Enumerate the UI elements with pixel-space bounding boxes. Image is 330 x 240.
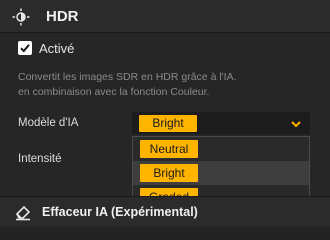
eraser-section-header[interactable]: Effaceur IA (Expérimental) (0, 196, 330, 227)
option-bright[interactable]: Bright (133, 161, 309, 185)
hdr-sun-icon (12, 8, 30, 26)
option-label: Neutral (140, 140, 198, 158)
enable-checkbox[interactable] (18, 41, 32, 55)
model-label: Modèle d'IA (18, 117, 79, 129)
hdr-section-header[interactable]: HDR (0, 0, 330, 33)
hdr-panel: HDR Activé Convertit les images SDR en H… (0, 0, 330, 227)
section-title: HDR (46, 8, 79, 25)
check-icon (20, 44, 30, 53)
eraser-icon (14, 203, 32, 221)
model-selected-value: Bright (139, 115, 197, 132)
model-select[interactable]: Bright (132, 112, 310, 134)
chevron-up-icon[interactable] (290, 117, 302, 129)
intensity-label: Intensité (18, 153, 62, 165)
option-neutral[interactable]: Neutral (133, 137, 309, 161)
enable-label: Activé (39, 41, 75, 56)
option-label: Bright (140, 164, 198, 182)
eraser-section-title: Effaceur IA (Expérimental) (42, 205, 198, 219)
description-line-2: en combinaison avec la fonction Couleur. (18, 86, 210, 98)
description-line-1: Convertit les images SDR en HDR grâce à … (18, 71, 237, 83)
